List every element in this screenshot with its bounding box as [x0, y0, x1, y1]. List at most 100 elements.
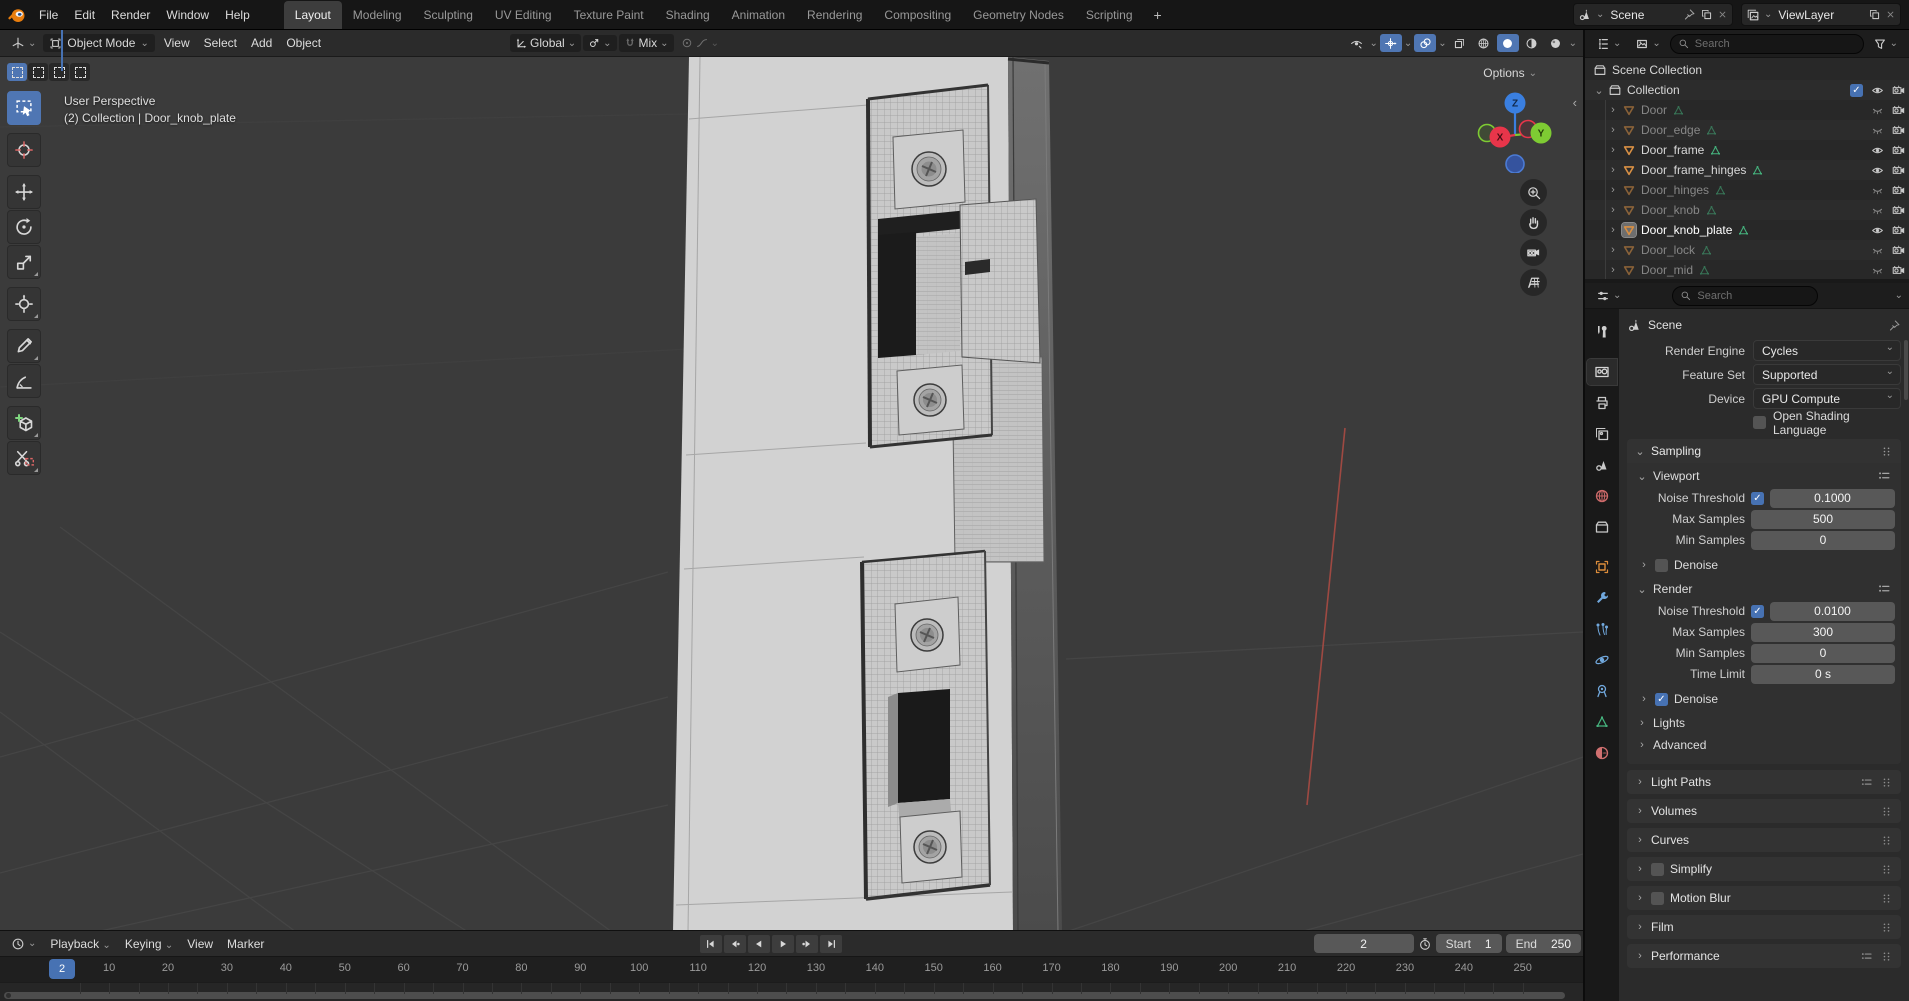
preset-icon[interactable]	[1860, 776, 1873, 789]
camera-render-icon[interactable]	[1892, 164, 1905, 177]
select-mode-extend[interactable]	[28, 63, 48, 81]
panel-curves[interactable]: › Curves	[1627, 828, 1901, 852]
advanced-subpanel-header[interactable]: › Advanced	[1633, 734, 1895, 756]
collection-checkbox[interactable]	[1850, 83, 1863, 97]
properties-tab-scene[interactable]	[1587, 452, 1617, 478]
annotate-tool[interactable]	[7, 329, 41, 363]
render-denoise-row[interactable]: › Denoise	[1639, 688, 1895, 710]
workspace-tab-modeling[interactable]: Modeling	[342, 1, 413, 29]
gizmo-neg-z[interactable]	[1505, 154, 1525, 173]
expand-icon[interactable]: ›	[1607, 164, 1619, 176]
menu-window[interactable]: Window	[158, 5, 217, 25]
outliner-row-scene-collection[interactable]: Scene Collection	[1585, 60, 1909, 80]
expand-icon[interactable]: ›	[1607, 264, 1619, 276]
show-overlays-toggle[interactable]	[1414, 34, 1437, 52]
frame-end-field[interactable]: End 250	[1505, 934, 1581, 954]
viewport-menu-view[interactable]: View	[157, 33, 197, 53]
camera-render-icon[interactable]	[1892, 104, 1905, 117]
outliner-row-door-knob-plate[interactable]: › Door_knob_plate	[1585, 220, 1909, 240]
expand-icon[interactable]: ›	[1607, 224, 1619, 236]
workspace-tab-sculpting[interactable]: Sculpting	[413, 1, 484, 29]
shading-wireframe-button[interactable]	[1473, 34, 1495, 52]
workspace-tab-shading[interactable]: Shading	[655, 1, 721, 29]
camera-render-icon[interactable]	[1892, 184, 1905, 197]
previous-keyframe-button[interactable]	[724, 934, 746, 953]
eye-closed-icon[interactable]	[1871, 264, 1884, 277]
eye-open-icon[interactable]	[1871, 164, 1884, 177]
duplicate-tool[interactable]	[7, 441, 41, 475]
eye-open-icon[interactable]	[1871, 84, 1884, 97]
viewport-menu-add[interactable]: Add	[244, 33, 279, 53]
menu-file[interactable]: File	[31, 5, 66, 25]
drag-dots-icon[interactable]	[1880, 445, 1893, 458]
properties-search[interactable]	[1672, 285, 1819, 306]
outliner-row-door-frame-hinges[interactable]: › Door_frame_hinges	[1585, 160, 1909, 180]
drag-dots-icon[interactable]	[1880, 950, 1893, 963]
properties-scrollbar[interactable]	[1904, 340, 1908, 400]
preset-icon[interactable]	[1877, 582, 1891, 596]
render-min-samples-field[interactable]: 0	[1751, 643, 1895, 663]
outliner-search[interactable]	[1669, 33, 1864, 54]
outliner-row-door-lock[interactable]: › Door_lock	[1585, 240, 1909, 260]
play-reverse-button[interactable]	[748, 934, 770, 953]
expand-icon[interactable]: ›	[1607, 124, 1619, 136]
drag-dots-icon[interactable]	[1880, 892, 1893, 905]
properties-editor-type-button[interactable]: ⌄	[1591, 287, 1626, 305]
properties-tab-collection[interactable]	[1587, 514, 1617, 540]
drag-dots-icon[interactable]	[1880, 863, 1893, 876]
transform-tool[interactable]	[7, 287, 41, 321]
menu-help[interactable]: Help	[217, 5, 258, 25]
shading-material-button[interactable]	[1521, 34, 1543, 52]
timeline-tracks[interactable]	[0, 981, 1583, 1001]
render-subpanel-header[interactable]: ⌄ Render	[1633, 578, 1895, 600]
add-cube-tool[interactable]	[7, 406, 41, 440]
navigation-gizmo[interactable]: Z X Y	[1475, 87, 1555, 173]
motion-blur-checkbox[interactable]	[1651, 891, 1664, 905]
viewport-denoise-row[interactable]: › Denoise	[1639, 554, 1895, 576]
3d-viewport[interactable]: User Perspective (2) Collection | Door_k…	[0, 57, 1583, 930]
viewport-denoise-checkbox[interactable]	[1655, 558, 1668, 572]
timeline-menu-view[interactable]: View	[180, 934, 220, 954]
simplify-checkbox[interactable]	[1651, 862, 1664, 876]
outliner-row-door-edge[interactable]: › Door_edge	[1585, 120, 1909, 140]
snapping[interactable]: Mix ⌄	[618, 34, 674, 52]
select-box-tool[interactable]	[7, 91, 41, 125]
eye-open-icon[interactable]	[1871, 144, 1884, 157]
properties-search-input[interactable]	[1695, 288, 1811, 303]
pivot-point[interactable]: ⌄	[583, 35, 617, 51]
workspace-tab-rendering[interactable]: Rendering	[796, 1, 873, 29]
eye-closed-icon[interactable]	[1871, 184, 1884, 197]
next-keyframe-button[interactable]	[796, 934, 818, 953]
viewport-subpanel-header[interactable]: ⌄ Viewport	[1633, 465, 1895, 487]
properties-tab-modifiers[interactable]	[1587, 585, 1617, 611]
eye-closed-icon[interactable]	[1871, 244, 1884, 257]
workspace-tab-compositing[interactable]: Compositing	[873, 1, 962, 29]
pin-icon[interactable]	[1888, 319, 1901, 332]
properties-tab-view-layer[interactable]	[1587, 421, 1617, 447]
shading-solid-button[interactable]	[1496, 34, 1519, 52]
blender-logo-icon[interactable]	[8, 6, 25, 23]
preset-icon[interactable]	[1877, 469, 1891, 483]
sidebar-collapse-icon[interactable]: ‹	[1573, 95, 1577, 110]
expand-icon[interactable]: ›	[1607, 204, 1619, 216]
new-scene-icon[interactable]	[1700, 8, 1713, 21]
frame-start-field[interactable]: Start 1	[1435, 934, 1502, 954]
render-noise-threshold-checkbox[interactable]	[1751, 604, 1764, 618]
timeline-ruler[interactable]: 2 10 20 30 40 50 60 70 80 90 100 110 120 130 140 150 16…	[0, 956, 1583, 982]
render-max-samples-field[interactable]: 300	[1751, 622, 1895, 642]
select-mode-subtract[interactable]	[49, 63, 69, 81]
outliner-row-door-knob[interactable]: › Door_knob	[1585, 200, 1909, 220]
menu-edit[interactable]: Edit	[66, 5, 103, 25]
device-dropdown[interactable]: GPU Compute	[1753, 388, 1901, 409]
render-engine-dropdown[interactable]: Cycles	[1753, 340, 1901, 361]
outliner-row-door-hinges[interactable]: › Door_hinges	[1585, 180, 1909, 200]
expand-icon[interactable]: ›	[1607, 144, 1619, 156]
viewport-menu-select[interactable]: Select	[197, 33, 244, 53]
rotate-tool[interactable]	[7, 210, 41, 244]
workspace-tab-animation[interactable]: Animation	[721, 1, 796, 29]
panel-motion-blur[interactable]: › Motion Blur	[1627, 886, 1901, 910]
camera-render-icon[interactable]	[1892, 204, 1905, 217]
drag-dots-icon[interactable]	[1880, 921, 1893, 934]
time-limit-field[interactable]: 0 s	[1751, 664, 1895, 684]
panel-light-paths[interactable]: › Light Paths	[1627, 770, 1901, 794]
